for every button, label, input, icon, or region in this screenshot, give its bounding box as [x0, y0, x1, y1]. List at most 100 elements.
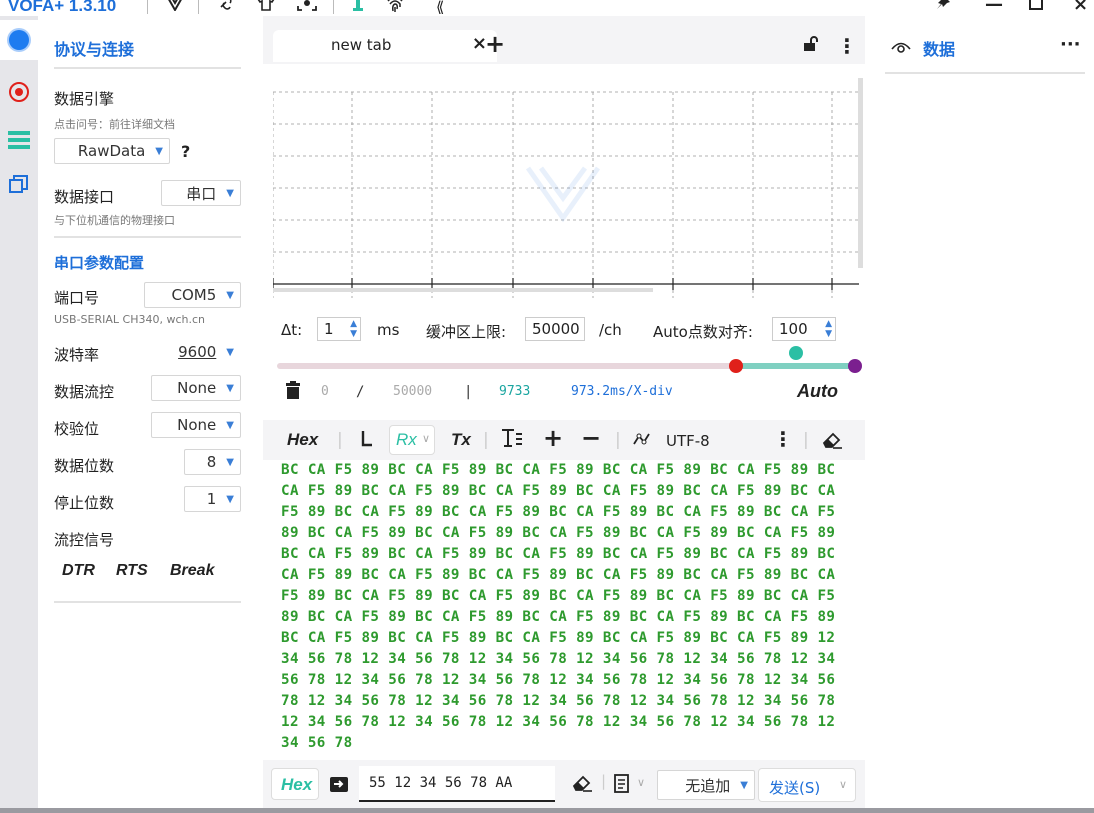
- rx-toggle[interactable]: Rx ∨: [389, 425, 435, 455]
- trash-icon[interactable]: [285, 381, 301, 403]
- rx-label: Rx: [396, 430, 417, 449]
- spin-arrows-icon[interactable]: ▲ ▼: [825, 319, 832, 339]
- info-icon[interactable]: [352, 0, 364, 16]
- chevron-down-icon[interactable]: ∨: [637, 776, 645, 789]
- hex-line: 34 56 78: [281, 735, 353, 751]
- append-value: 无追加: [685, 776, 731, 795]
- rail-record-button[interactable]: [0, 72, 38, 112]
- rail-controls-button[interactable]: [0, 120, 38, 160]
- buffer-input[interactable]: 50000: [525, 317, 585, 341]
- dt-spinbox[interactable]: 1 ▲ ▼: [317, 317, 361, 341]
- minimize-icon[interactable]: —: [985, 0, 1003, 15]
- tshirt-icon[interactable]: [256, 0, 276, 16]
- dtr-button[interactable]: DTR: [62, 562, 95, 580]
- timestamp-icon[interactable]: [361, 430, 373, 453]
- range-end-handle[interactable]: [848, 359, 862, 373]
- receive-text-area[interactable]: BC CA F5 89 BC CA F5 89 BC CA F5 89 BC C…: [263, 460, 865, 760]
- protocol-connection-title: 协议与连接: [54, 40, 135, 59]
- plot-area[interactable]: [263, 64, 865, 314]
- tab-new[interactable]: new tab ×: [273, 30, 497, 62]
- pin-icon[interactable]: [935, 0, 953, 16]
- databits-select[interactable]: 8 ▼: [184, 449, 241, 475]
- append-select[interactable]: 无追加 ▼: [657, 770, 755, 800]
- data-panel-title: 数据: [923, 40, 956, 59]
- engine-value: RawData: [77, 142, 146, 160]
- eraser-icon[interactable]: [821, 431, 843, 454]
- interface-label: 数据接口: [54, 188, 115, 206]
- screen-capture-icon[interactable]: [297, 0, 317, 16]
- port-label: 端口号: [54, 289, 100, 307]
- collapse-icon[interactable]: ⟪: [436, 0, 444, 17]
- encoding-select[interactable]: UTF-8: [666, 432, 710, 450]
- hex-line: 34 56 78 12 34 56 78 12 34 56 78 12 34 5…: [281, 651, 836, 667]
- hex-toggle[interactable]: Hex: [287, 430, 318, 450]
- range-start-handle[interactable]: [729, 359, 743, 373]
- text-format-icon[interactable]: [501, 428, 523, 453]
- tx-toggle[interactable]: Tx: [451, 430, 471, 450]
- divider: [198, 0, 199, 14]
- interface-select[interactable]: 串口 ▼: [161, 180, 241, 206]
- rts-button[interactable]: RTS: [116, 562, 148, 580]
- range-mid-handle[interactable]: [789, 346, 803, 360]
- eye-icon[interactable]: [891, 40, 911, 58]
- engine-hint: 点击问号：前往详细文档: [54, 118, 175, 131]
- tab-menu-icon[interactable]: ⋮: [837, 34, 857, 58]
- baud-select[interactable]: 9600 ▼: [158, 339, 241, 365]
- break-button[interactable]: Break: [170, 562, 214, 580]
- auto-align-value: 100: [779, 320, 808, 338]
- add-tab-icon[interactable]: +: [485, 30, 505, 58]
- hex-line: BC CA F5 89 BC CA F5 89 BC CA F5 89 BC C…: [281, 630, 836, 646]
- divider: [54, 67, 241, 69]
- send-hex-toggle[interactable]: Hex: [271, 768, 319, 800]
- waveform-icon[interactable]: [633, 431, 653, 452]
- hex-line: BC CA F5 89 BC CA F5 89 BC CA F5 89 BC C…: [281, 462, 836, 478]
- windows-icon: [8, 173, 30, 199]
- auto-button[interactable]: Auto: [797, 381, 838, 402]
- stopbits-select[interactable]: 1 ▼: [184, 486, 241, 512]
- stopbits-label: 停止位数: [54, 494, 115, 512]
- parity-select[interactable]: None ▼: [151, 412, 241, 438]
- more-menu-icon[interactable]: ⋮: [773, 427, 793, 451]
- flow-select[interactable]: None ▼: [151, 375, 241, 401]
- engine-select[interactable]: RawData ▼: [54, 138, 170, 164]
- port-select[interactable]: COM5 ▼: [144, 282, 241, 308]
- divider: [54, 601, 241, 603]
- dt-unit: ms: [377, 321, 400, 339]
- zoom-in-icon[interactable]: +: [543, 424, 563, 452]
- hex-line: 56 78 12 34 56 78 12 34 56 78 12 34 56 7…: [281, 672, 836, 688]
- send-button[interactable]: 发送(S) ∨: [758, 768, 856, 802]
- divider: |: [803, 430, 809, 450]
- spin-arrows-icon[interactable]: ▲ ▼: [350, 319, 357, 339]
- divider: [885, 72, 1085, 74]
- engine-help-button[interactable]: ?: [181, 142, 190, 161]
- chevron-down-icon: ∨: [422, 432, 431, 445]
- send-input[interactable]: 55 12 34 56 78 AA: [359, 766, 555, 802]
- plot-scrollbar[interactable]: [273, 288, 653, 292]
- maximize-icon[interactable]: [1028, 0, 1044, 16]
- vofa-logo-icon[interactable]: [165, 0, 185, 16]
- command-list-icon[interactable]: [613, 774, 631, 798]
- auto-align-spinbox[interactable]: 100 ▲ ▼: [772, 317, 836, 341]
- waveform-plot[interactable]: [273, 78, 861, 298]
- rail-windows-button[interactable]: [0, 166, 38, 206]
- close-icon[interactable]: ×: [1073, 0, 1088, 15]
- left-rail: [0, 16, 38, 813]
- data-panel: 数据 ···: [865, 16, 1094, 813]
- baud-value: 9600: [178, 343, 217, 361]
- buffer-unit: /ch: [599, 321, 622, 339]
- window-bottom-border: [0, 808, 1094, 813]
- plot-vertical-scrollbar[interactable]: [858, 78, 863, 268]
- baud-label: 波特率: [54, 346, 100, 364]
- import-file-icon[interactable]: [329, 774, 349, 798]
- link-icon[interactable]: [217, 0, 237, 16]
- stat-total: 50000: [393, 384, 433, 399]
- unlock-icon[interactable]: [803, 36, 819, 56]
- data-panel-menu-icon[interactable]: ···: [1060, 34, 1081, 55]
- chevron-down-icon: ▼: [155, 145, 163, 157]
- tab-label: new tab: [331, 36, 392, 54]
- rail-connection-button[interactable]: [0, 20, 38, 60]
- text-toolbar: Hex | Rx ∨ Tx | + − | UTF-8 ⋮ |: [263, 420, 865, 460]
- main-panel: new tab × + ⋮ Δt: 1 ▲ ▼ ms 缓冲区上限: 50000 …: [263, 16, 865, 813]
- zoom-out-icon[interactable]: −: [581, 424, 601, 452]
- clear-send-icon[interactable]: [571, 774, 593, 796]
